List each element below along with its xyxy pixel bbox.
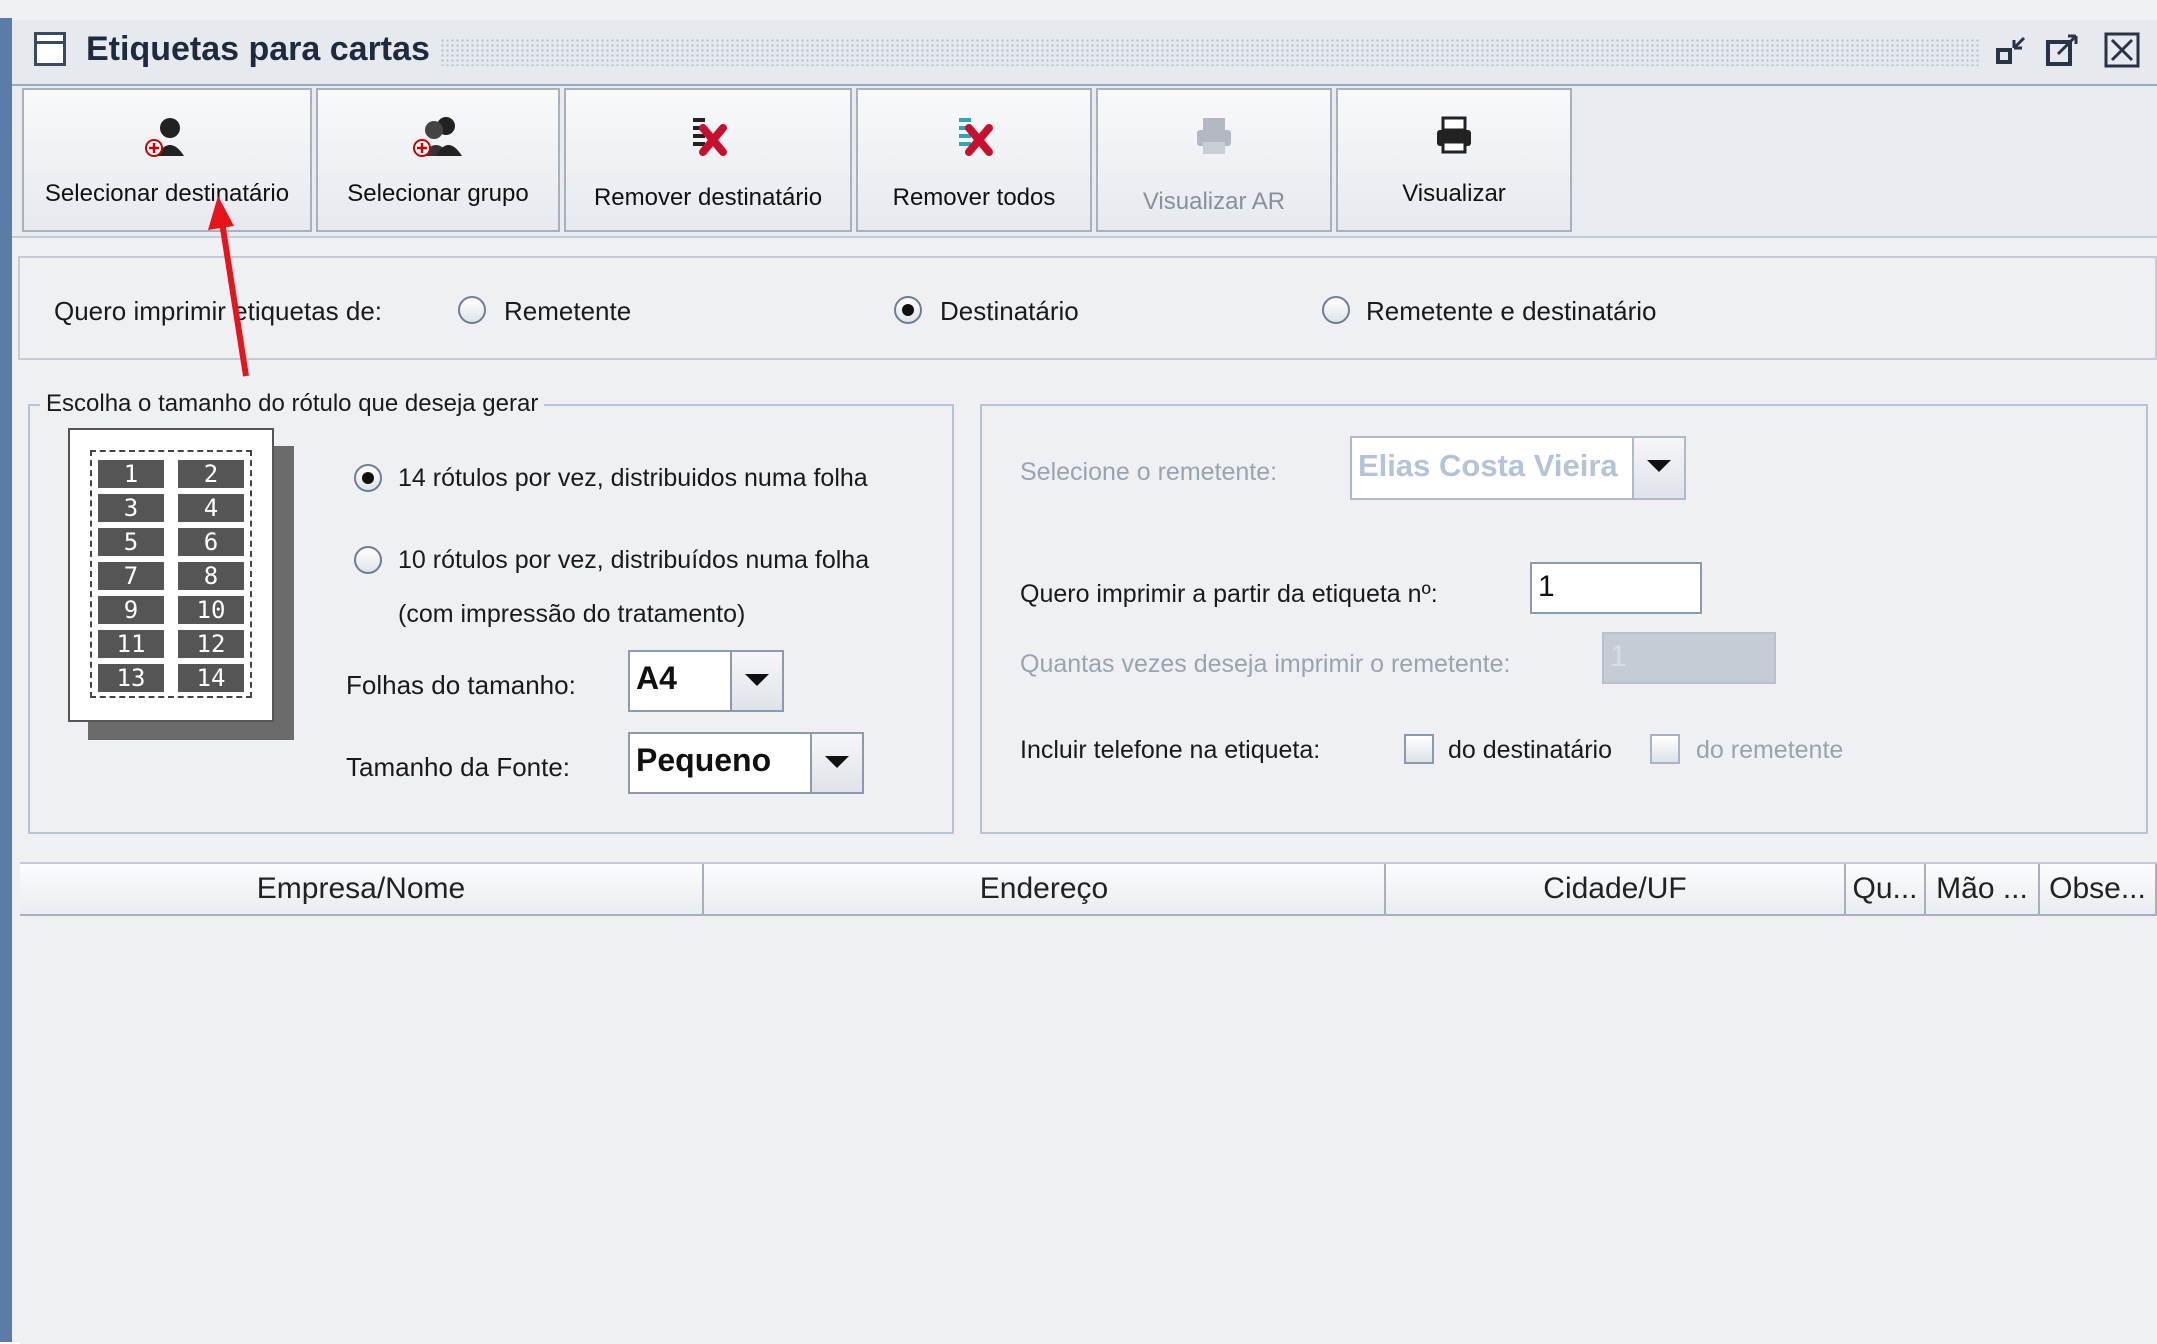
annotation-arrow-shaft <box>219 221 249 377</box>
annotation-arrow <box>208 196 249 377</box>
annotation-arrow-head <box>208 196 234 230</box>
